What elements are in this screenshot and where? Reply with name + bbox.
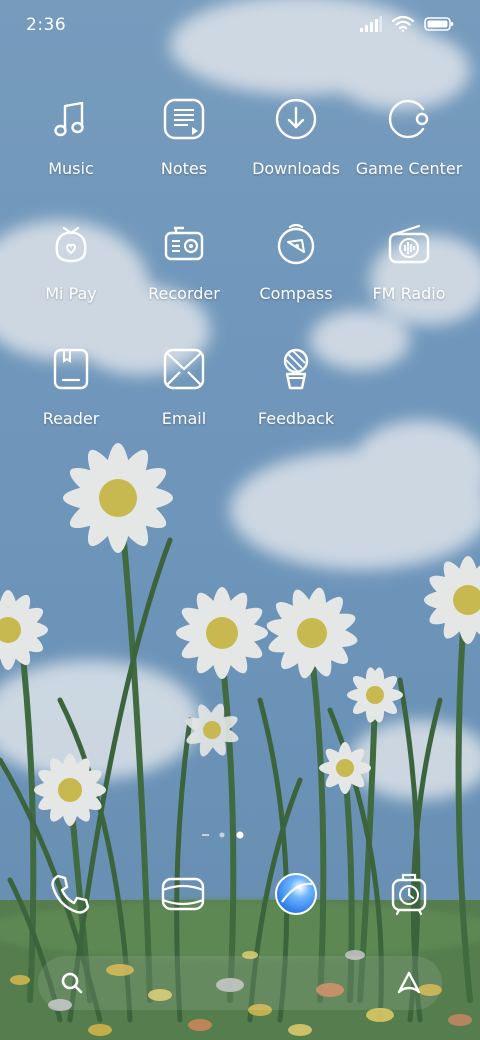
phone-icon (51, 874, 90, 914)
app-label: Game Center (355, 159, 463, 178)
app-label: Downloads (252, 159, 340, 178)
music-icon (54, 101, 84, 137)
app-email[interactable]: Email (128, 347, 240, 457)
app-music[interactable]: Music (15, 97, 127, 207)
search-icon[interactable] (60, 971, 84, 995)
reader-icon (53, 348, 89, 390)
clock-icon (391, 873, 427, 916)
dock-clock[interactable] (385, 870, 433, 918)
feedback-icon (283, 348, 309, 390)
app-label: Recorder (148, 284, 220, 303)
dock-browser[interactable] (272, 870, 320, 918)
app-fm-radio[interactable]: FM Radio (353, 222, 465, 332)
app-label: Reader (42, 409, 100, 428)
app-compass[interactable]: Compass (240, 222, 352, 332)
game-center-icon (388, 99, 429, 139)
search-bar[interactable] (38, 956, 442, 1010)
status-icons (360, 16, 454, 32)
app-reader[interactable]: Reader (15, 347, 127, 457)
downloads-icon (275, 98, 317, 140)
app-label: Feedback (257, 409, 335, 428)
browser-icon (275, 873, 317, 915)
battery-icon (424, 17, 454, 31)
app-label: Mi Pay (45, 284, 97, 303)
app-notes[interactable]: Notes (128, 97, 240, 207)
page-indicator[interactable] (200, 830, 280, 840)
signal-icon (360, 16, 382, 32)
page-dot-2 (219, 832, 225, 838)
fm-radio-icon (388, 224, 430, 264)
app-game-center[interactable]: Game Center (353, 97, 465, 207)
page-dot-3 (236, 831, 244, 839)
status-time: 2:36 (26, 15, 67, 35)
messages-icon (161, 877, 205, 911)
dock-phone[interactable] (46, 870, 94, 918)
notes-icon (163, 98, 205, 140)
assistant-icon[interactable] (396, 970, 422, 996)
email-icon (163, 348, 205, 390)
app-mi-pay[interactable]: Mi Pay (15, 222, 127, 332)
mi-pay-icon (55, 226, 87, 263)
app-label: FM Radio (372, 284, 446, 303)
wifi-icon (392, 16, 414, 32)
dock-messages[interactable] (159, 870, 207, 918)
app-label: Email (161, 409, 207, 428)
app-recorder[interactable]: Recorder (128, 222, 240, 332)
app-feedback[interactable]: Feedback (240, 347, 352, 457)
compass-icon (277, 223, 315, 265)
status-bar: 2:36 (0, 0, 480, 50)
app-label: Compass (259, 284, 333, 303)
app-downloads[interactable]: Downloads (240, 97, 352, 207)
app-label: Notes (160, 159, 208, 178)
recorder-icon (164, 226, 204, 261)
app-label: Music (48, 159, 94, 178)
